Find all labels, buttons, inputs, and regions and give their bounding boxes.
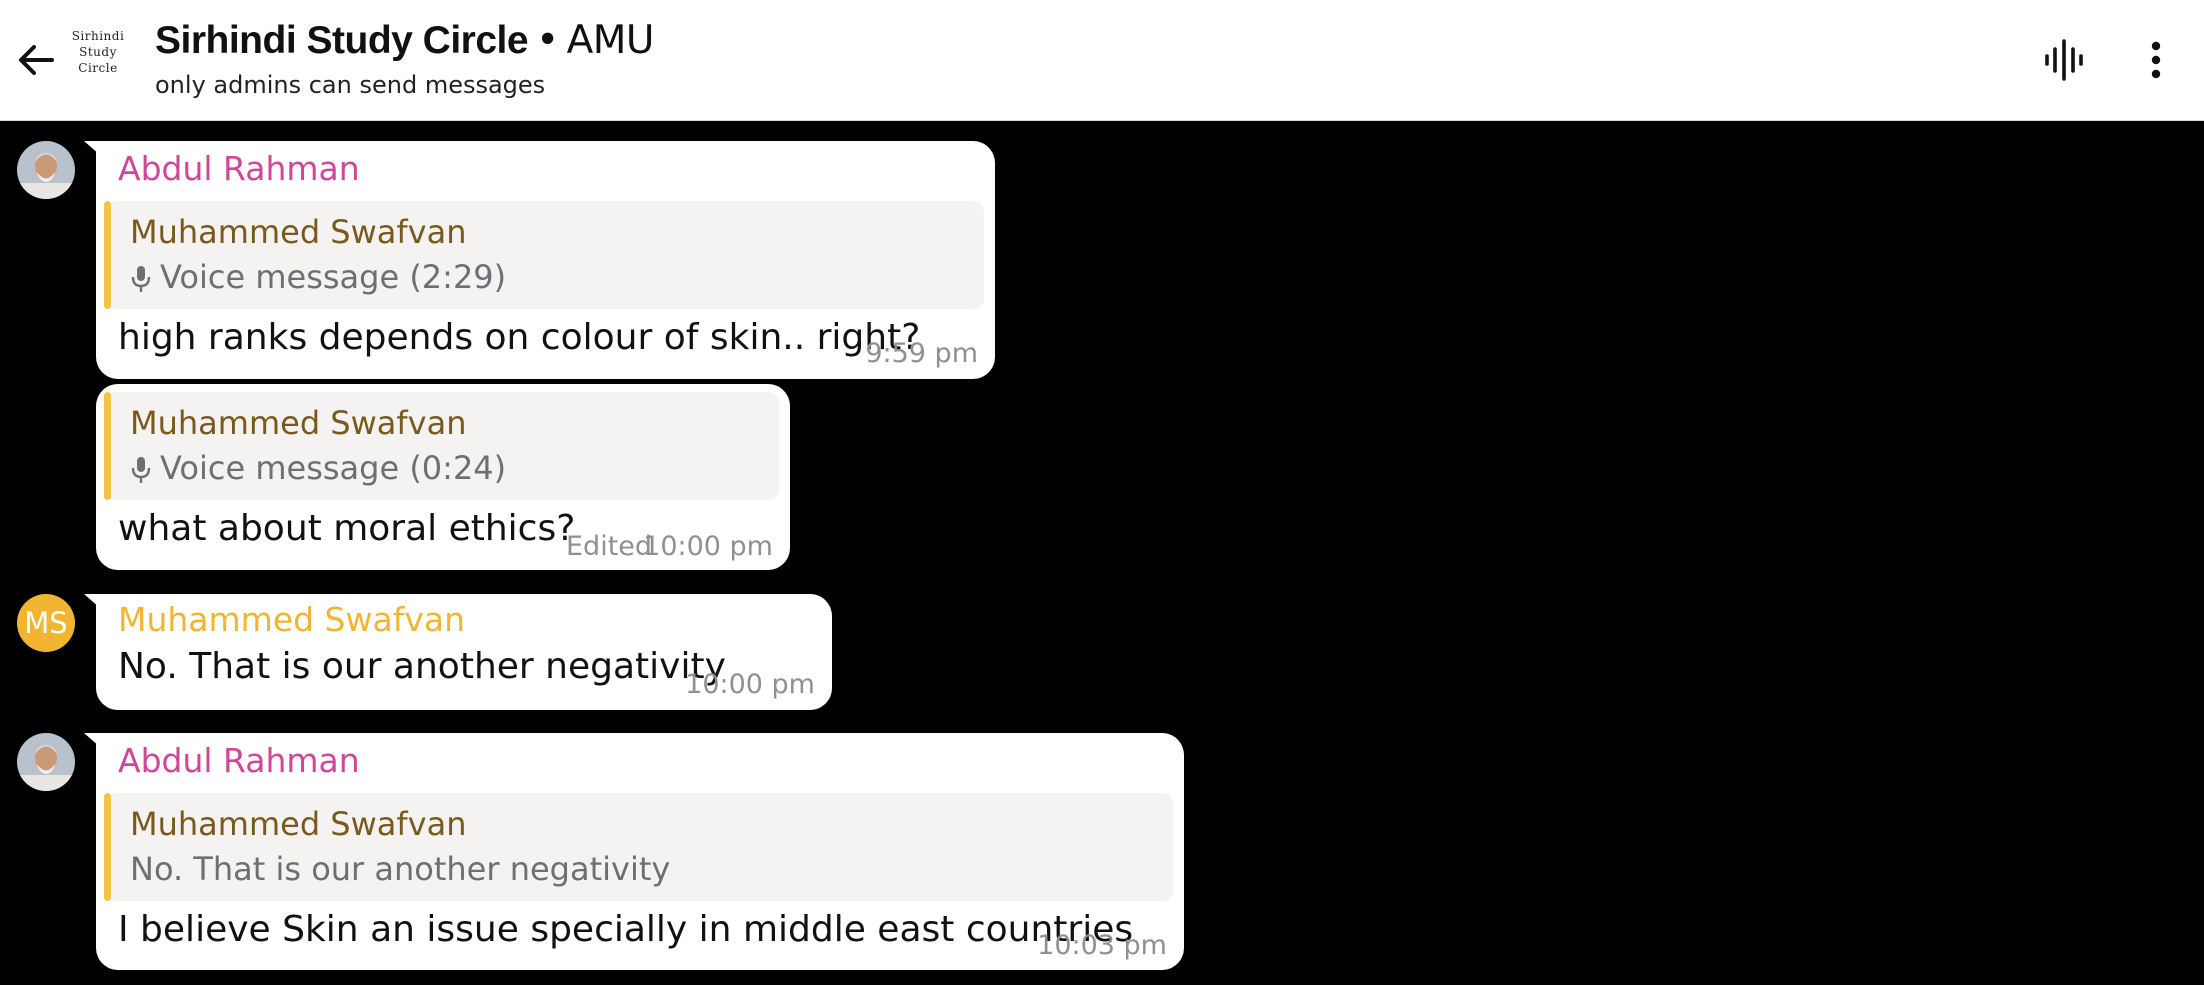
reply-sender: Muhammed Swafvan xyxy=(130,805,467,843)
message-bubble[interactable]: Muhammed Swafvan No. That is our another… xyxy=(84,594,832,710)
reply-sender: Muhammed Swafvan xyxy=(130,213,467,251)
reply-preview[interactable]: Muhammed Swafvan Voice message (2:29) xyxy=(104,201,984,309)
message-text: I believe Skin an issue specially in mid… xyxy=(118,909,1134,950)
reply-text: Voice message (0:24) xyxy=(160,449,507,487)
reply-text: Voice message (2:29) xyxy=(160,258,507,296)
message-text: high ranks depends on colour of skin.. r… xyxy=(118,317,921,358)
reply-content: Voice message (0:24) xyxy=(130,447,506,489)
chat-header: Sirhindi Study Circle Sirhindi Study Cir… xyxy=(0,0,2204,121)
reply-sender: Muhammed Swafvan xyxy=(130,404,467,442)
message-bubble[interactable]: Abdul Rahman Muhammed Swafvan No. That i… xyxy=(84,733,1184,970)
message-text: No. That is our another negativity xyxy=(118,646,726,687)
message-time: 9:59 pm xyxy=(865,338,978,369)
microphone-icon xyxy=(131,457,151,483)
message-sender[interactable]: Abdul Rahman xyxy=(118,148,360,190)
bubble-tail xyxy=(84,594,100,608)
reply-content: Voice message (2:29) xyxy=(130,256,506,298)
reply-bar xyxy=(104,793,111,901)
reply-preview[interactable]: Muhammed Swafvan Voice message (0:24) xyxy=(104,392,779,500)
group-logo[interactable]: Sirhindi Study Circle xyxy=(66,28,130,92)
message-time: 10:00 pm xyxy=(643,531,773,562)
bubble-tail xyxy=(84,141,100,155)
message-time: 10:03 pm xyxy=(1037,930,1167,961)
avatar-muhammed-swafvan[interactable]: MS xyxy=(17,594,75,652)
avatar-photo xyxy=(17,733,75,791)
message-text: what about moral ethics? xyxy=(118,508,576,549)
message-sender[interactable]: Abdul Rahman xyxy=(118,740,360,782)
message-time: 10:00 pm xyxy=(685,669,815,700)
logo-line-1: Sirhindi xyxy=(71,29,125,43)
microphone-icon xyxy=(131,266,151,292)
logo-line-2: Study xyxy=(79,45,117,59)
reply-bar xyxy=(104,201,111,309)
chat-title: Sirhindi Study Circle • AMU xyxy=(155,14,654,68)
group-org: AMU xyxy=(566,18,655,63)
avatar-photo xyxy=(17,141,75,199)
logo-line-3: Circle xyxy=(78,61,118,75)
back-arrow-icon[interactable] xyxy=(14,38,58,82)
group-name: Sirhindi Study Circle xyxy=(155,19,529,62)
chat-title-area[interactable]: Sirhindi Study Circle • AMU only admins ca… xyxy=(155,14,654,100)
more-vertical-icon[interactable] xyxy=(2138,38,2174,82)
reply-text: No. That is our another negativity xyxy=(130,850,671,888)
avatar-abdul-rahman[interactable] xyxy=(17,733,75,791)
title-separator: • xyxy=(536,18,559,63)
message-bubble[interactable]: Muhammed Swafvan Voice message (0:24) wh… xyxy=(96,384,790,570)
reply-preview[interactable]: Muhammed Swafvan No. That is our another… xyxy=(104,793,1173,901)
message-sender[interactable]: Muhammed Swafvan xyxy=(118,599,465,641)
voice-chat-icon[interactable] xyxy=(2042,38,2086,82)
chat-subtitle: only admins can send messages xyxy=(155,71,546,99)
bubble-tail xyxy=(84,733,100,747)
reply-bar xyxy=(104,392,111,500)
edited-label: Edited xyxy=(566,531,653,562)
avatar-abdul-rahman[interactable] xyxy=(17,141,75,199)
message-bubble[interactable]: Abdul Rahman Muhammed Swafvan Voice mess… xyxy=(84,141,995,379)
